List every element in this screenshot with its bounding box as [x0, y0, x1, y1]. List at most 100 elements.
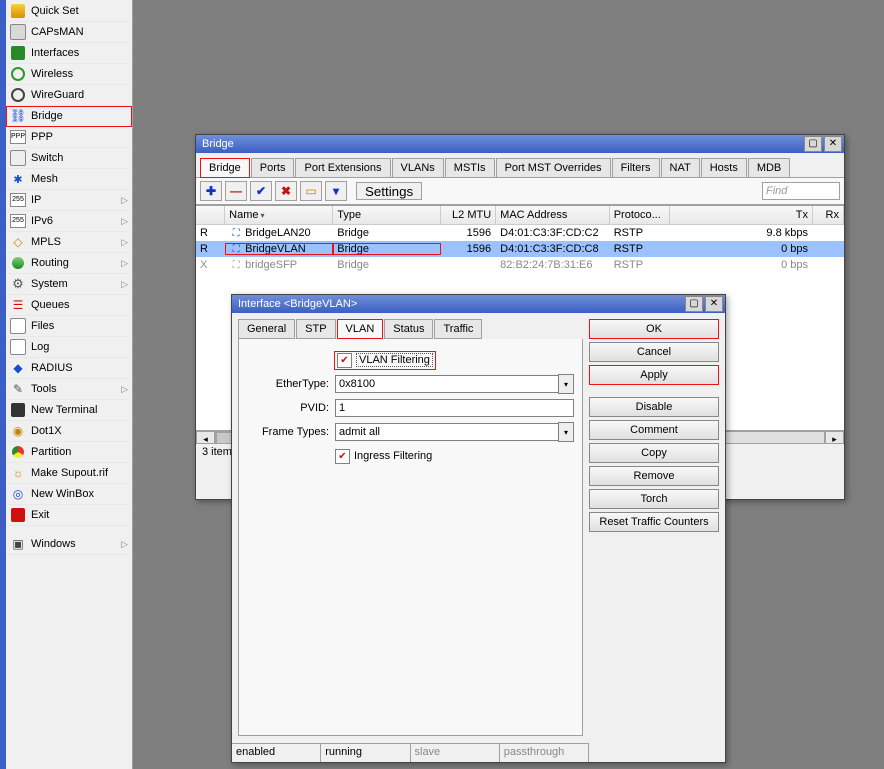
chevron-right-icon: ▷ — [121, 279, 128, 290]
table-row[interactable]: R⛶BridgeVLANBridge1596D4:01:C3:3F:CD:C8R… — [196, 241, 844, 257]
sidebar-item-dot1x[interactable]: ◉Dot1X — [6, 421, 132, 442]
tab-mdb[interactable]: MDB — [748, 158, 790, 178]
sidebar-item-quick-set[interactable]: Quick Set — [6, 1, 132, 22]
close-button[interactable]: ✕ — [824, 136, 842, 152]
column-mac-address[interactable]: MAC Address — [496, 206, 610, 224]
tab-hosts[interactable]: Hosts — [701, 158, 747, 178]
table-row[interactable]: X⛶bridgeSFPBridge82:B2:24:7B:31:E6RSTP0 … — [196, 257, 844, 273]
sidebar-item-ip[interactable]: 255IP▷ — [6, 190, 132, 211]
column-protoco-[interactable]: Protoco... — [610, 206, 670, 224]
workspace: Bridge ▢ ✕ BridgePortsPort ExtensionsVLA… — [133, 0, 884, 769]
sidebar-item-switch[interactable]: Switch — [6, 148, 132, 169]
torch-button[interactable]: Torch — [589, 489, 719, 509]
minimize-button[interactable]: ▢ — [685, 296, 703, 312]
tab-ports[interactable]: Ports — [251, 158, 295, 178]
frametypes-dropdown[interactable]: ▾ — [558, 422, 574, 442]
vlan-filtering-label: VLAN Filtering — [356, 353, 433, 367]
titlebar-bridge[interactable]: Bridge ▢ ✕ — [196, 135, 844, 153]
sidebar-item-wireguard[interactable]: WireGuard — [6, 85, 132, 106]
apply-button[interactable]: Apply — [589, 365, 719, 385]
tab-stp[interactable]: STP — [296, 319, 335, 339]
tab-vlan[interactable]: VLAN — [337, 319, 384, 339]
tab-vlans[interactable]: VLANs — [392, 158, 444, 178]
titlebar-interface[interactable]: Interface <BridgeVLAN> ▢ ✕ — [232, 295, 725, 313]
column-type[interactable]: Type — [333, 206, 441, 224]
tab-nat[interactable]: NAT — [661, 158, 700, 178]
ok-button[interactable]: OK — [589, 319, 719, 339]
sidebar-item-interfaces[interactable]: Interfaces — [6, 43, 132, 64]
tab-port-mst-overrides[interactable]: Port MST Overrides — [496, 158, 611, 178]
sidebar-item-mesh[interactable]: ✱Mesh — [6, 169, 132, 190]
vlan-filtering-checkbox[interactable]: ✔ — [337, 353, 352, 368]
sidebar-item-new-winbox[interactable]: ◎New WinBox — [6, 484, 132, 505]
disable-button[interactable]: ✖ — [275, 181, 297, 201]
enable-button[interactable]: ✔ — [250, 181, 272, 201]
comment-button[interactable]: Comment — [589, 420, 719, 440]
sidebar-item-ppp[interactable]: PPPPPP — [6, 127, 132, 148]
ppp-icon: PPP — [10, 129, 26, 145]
gold-icon — [10, 3, 26, 19]
interface-buttons: OK Cancel Apply Disable Comment Copy Remove Tor… — [589, 313, 725, 762]
sidebar-item-exit[interactable]: Exit — [6, 505, 132, 526]
status-enabled: enabled — [232, 744, 321, 762]
tab-status[interactable]: Status — [384, 319, 433, 339]
find-input[interactable]: Find — [762, 182, 840, 200]
interface-panel-vlan: ✔ VLAN Filtering EtherType: ▾ — [238, 339, 583, 736]
sidebar-item-bridge[interactable]: ⛓Bridge — [6, 106, 132, 127]
remove-button[interactable]: Remove — [589, 466, 719, 486]
sidebar-item-queues[interactable]: ☰Queues — [6, 295, 132, 316]
tab-mstis[interactable]: MSTIs — [445, 158, 495, 178]
supout-icon: ☼ — [10, 465, 26, 481]
chevron-right-icon: ▷ — [121, 195, 128, 206]
sidebar-item-radius[interactable]: ◆RADIUS — [6, 358, 132, 379]
reset-traffic-counters-button[interactable]: Reset Traffic Counters — [589, 512, 719, 532]
ingress-filtering-checkbox[interactable]: ✔ — [335, 449, 350, 464]
filter-button[interactable]: ▾ — [325, 181, 347, 201]
tab-traffic[interactable]: Traffic — [434, 319, 482, 339]
cancel-button[interactable]: Cancel — [589, 342, 719, 362]
pvid-label: PVID: — [247, 402, 335, 414]
sidebar-item-mpls[interactable]: ◇MPLS▷ — [6, 232, 132, 253]
sidebar-item-wireless[interactable]: Wireless — [6, 64, 132, 85]
tab-bridge[interactable]: Bridge — [200, 158, 250, 178]
frametypes-input[interactable] — [335, 423, 559, 441]
column-name[interactable]: Name — [225, 206, 333, 224]
column-tx[interactable]: Tx — [670, 206, 813, 224]
remove-button[interactable]: — — [225, 181, 247, 201]
settings-button[interactable]: Settings — [356, 182, 422, 200]
radius-icon: ◆ — [10, 360, 26, 376]
chevron-right-icon: ▷ — [121, 237, 128, 248]
route-icon — [10, 255, 26, 271]
disable-button[interactable]: Disable — [589, 397, 719, 417]
pvid-input[interactable] — [335, 399, 574, 417]
sidebar-item-files[interactable]: Files — [6, 316, 132, 337]
table-row[interactable]: R⛶BridgeLAN20Bridge1596D4:01:C3:3F:CD:C2… — [196, 225, 844, 241]
add-button[interactable]: ✚ — [200, 181, 222, 201]
sidebar-item-new-terminal[interactable]: New Terminal — [6, 400, 132, 421]
column-flag[interactable] — [196, 206, 225, 224]
sidebar-item-log[interactable]: Log — [6, 337, 132, 358]
chevron-right-icon: ▷ — [121, 216, 128, 227]
status-running: running — [321, 744, 410, 762]
column-rx[interactable]: Rx — [813, 206, 844, 224]
sidebar-item-make-supout-rif[interactable]: ☼Make Supout.rif — [6, 463, 132, 484]
sidebar-item-ipv6[interactable]: 255IPv6▷ — [6, 211, 132, 232]
tab-filters[interactable]: Filters — [612, 158, 660, 178]
sidebar-item-system[interactable]: ⚙System▷ — [6, 274, 132, 295]
ethertype-dropdown[interactable]: ▾ — [558, 374, 574, 394]
sidebar-item-tools[interactable]: ✎Tools▷ — [6, 379, 132, 400]
column-l2-mtu[interactable]: L2 MTU — [441, 206, 496, 224]
close-button[interactable]: ✕ — [705, 296, 723, 312]
comment-button[interactable]: ▭ — [300, 181, 322, 201]
minimize-button[interactable]: ▢ — [804, 136, 822, 152]
sidebar-item-partition[interactable]: Partition — [6, 442, 132, 463]
copy-button[interactable]: Copy — [589, 443, 719, 463]
tab-general[interactable]: General — [238, 319, 295, 339]
sidebar-item-routing[interactable]: Routing▷ — [6, 253, 132, 274]
ethertype-input[interactable] — [335, 375, 559, 393]
tab-port-extensions[interactable]: Port Extensions — [295, 158, 390, 178]
switch-icon — [10, 150, 26, 166]
sidebar-item-windows[interactable]: ▣Windows▷ — [6, 534, 132, 555]
sidebar-item-capsman[interactable]: CAPsMAN — [6, 22, 132, 43]
ip-icon: 255 — [10, 213, 26, 229]
